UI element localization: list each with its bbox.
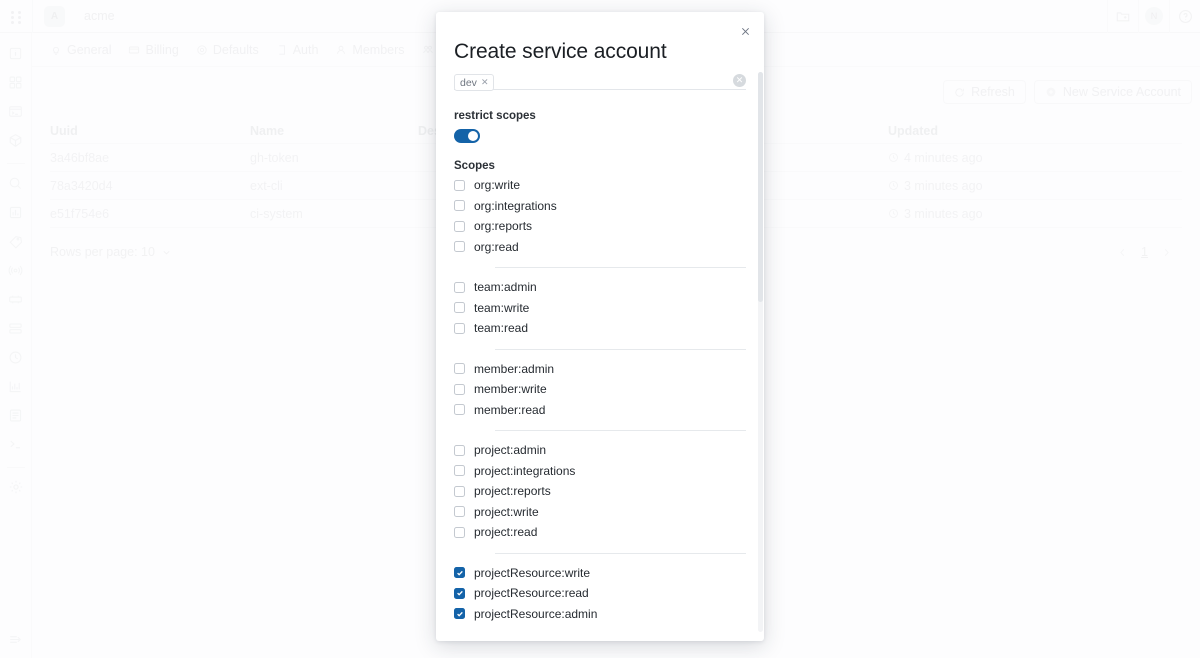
- scope-checkbox-row[interactable]: member:write: [454, 379, 746, 400]
- scope-checkbox-row[interactable]: org:read: [454, 237, 746, 258]
- scope-label: member:write: [474, 382, 547, 397]
- checkbox[interactable]: [454, 506, 465, 518]
- scope-checkbox-row[interactable]: team:admin: [454, 277, 746, 298]
- close-icon[interactable]: [734, 20, 756, 42]
- scope-checkbox-row[interactable]: org:reports: [454, 216, 746, 237]
- scope-checkbox-row[interactable]: org:write: [454, 175, 746, 196]
- checkbox[interactable]: [454, 587, 465, 599]
- scope-group: projectResource:write projectResource:re…: [454, 563, 746, 625]
- checkbox[interactable]: [454, 281, 465, 293]
- scope-label: org:read: [474, 239, 519, 254]
- checkbox[interactable]: [454, 200, 465, 212]
- create-service-account-modal: Create service account dev ✕ ✕ restrict …: [436, 12, 764, 641]
- scope-label: member:admin: [474, 361, 555, 376]
- checkbox[interactable]: [454, 526, 465, 538]
- selected-chip[interactable]: dev ✕: [454, 74, 495, 91]
- scope-label: project:read: [474, 525, 538, 540]
- checkbox[interactable]: [454, 302, 465, 314]
- scope-checkbox-row[interactable]: member:admin: [454, 359, 746, 380]
- scopes-select-field[interactable]: dev ✕ ✕: [454, 70, 746, 91]
- scope-checkbox-row[interactable]: org:integrations: [454, 196, 746, 217]
- scopes-label: Scopes: [454, 160, 495, 172]
- checkbox[interactable]: [454, 363, 465, 375]
- scope-label: org:integrations: [474, 198, 557, 213]
- clear-circle-icon[interactable]: ✕: [733, 74, 746, 87]
- scope-checkbox-row[interactable]: project:integrations: [454, 461, 746, 482]
- checkbox[interactable]: [454, 465, 465, 477]
- divider: [495, 267, 746, 268]
- scope-checkbox-row[interactable]: team:write: [454, 298, 746, 319]
- checkbox[interactable]: [454, 567, 465, 579]
- scope-group: project:admin project:integrations proje…: [454, 440, 746, 543]
- scope-label: project:reports: [474, 484, 551, 499]
- scope-label: org:write: [474, 178, 521, 193]
- scope-label: team:admin: [474, 280, 537, 295]
- scope-label: project:integrations: [474, 463, 576, 478]
- scope-checkbox-row[interactable]: project:read: [454, 522, 746, 543]
- scope-checkbox-row[interactable]: member:read: [454, 400, 746, 421]
- scope-label: team:write: [474, 300, 530, 315]
- checkbox[interactable]: [454, 444, 465, 456]
- scope-group: team:admin team:write team:read: [454, 277, 746, 339]
- modal-body: dev ✕ ✕ restrict scopes Scopes org:write…: [436, 70, 764, 641]
- checkbox[interactable]: [454, 241, 465, 253]
- checkbox[interactable]: [454, 404, 465, 416]
- scope-label: member:read: [474, 402, 546, 417]
- chip-remove-icon[interactable]: ✕: [481, 77, 489, 88]
- chip-label: dev: [460, 76, 477, 89]
- app-root: A acme N General Billing Defaults Auth M…: [0, 0, 1200, 658]
- scope-checkbox-row[interactable]: projectResource:admin: [454, 604, 746, 625]
- page-title: Create service account: [454, 40, 667, 63]
- restrict-scopes-toggle[interactable]: [454, 129, 480, 143]
- scope-label: project:admin: [474, 443, 547, 458]
- scope-label: projectResource:read: [474, 586, 589, 601]
- checkbox[interactable]: [454, 383, 465, 395]
- scope-group: org:write org:integrations org:reports o…: [454, 175, 746, 257]
- toggle-knob: [468, 131, 478, 141]
- scope-checkbox-row[interactable]: projectResource:read: [454, 583, 746, 604]
- modal-scrollbar[interactable]: [758, 72, 763, 632]
- restrict-scopes-label: restrict scopes: [454, 110, 536, 122]
- checkbox[interactable]: [454, 485, 465, 497]
- scope-checkbox-row[interactable]: project:reports: [454, 481, 746, 502]
- scope-label: org:reports: [474, 219, 533, 234]
- checkbox[interactable]: [454, 322, 465, 334]
- scope-group: member:admin member:write member:read: [454, 359, 746, 421]
- scope-label: projectResource:write: [474, 565, 591, 580]
- scope-checkbox-row[interactable]: projectResource:write: [454, 563, 746, 584]
- divider: [495, 430, 746, 431]
- divider: [495, 348, 746, 350]
- checkbox[interactable]: [454, 608, 465, 620]
- checkbox[interactable]: [454, 220, 465, 232]
- scope-label: projectResource:admin: [474, 606, 598, 621]
- scrollbar-thumb[interactable]: [758, 72, 763, 302]
- scope-label: project:write: [474, 504, 539, 519]
- scope-label: team:read: [474, 321, 529, 336]
- scope-checkbox-row[interactable]: project:admin: [454, 440, 746, 461]
- divider: [495, 552, 746, 554]
- scope-checkbox-row[interactable]: team:read: [454, 318, 746, 339]
- checkbox[interactable]: [454, 179, 465, 191]
- scope-checkbox-row[interactable]: project:write: [454, 502, 746, 523]
